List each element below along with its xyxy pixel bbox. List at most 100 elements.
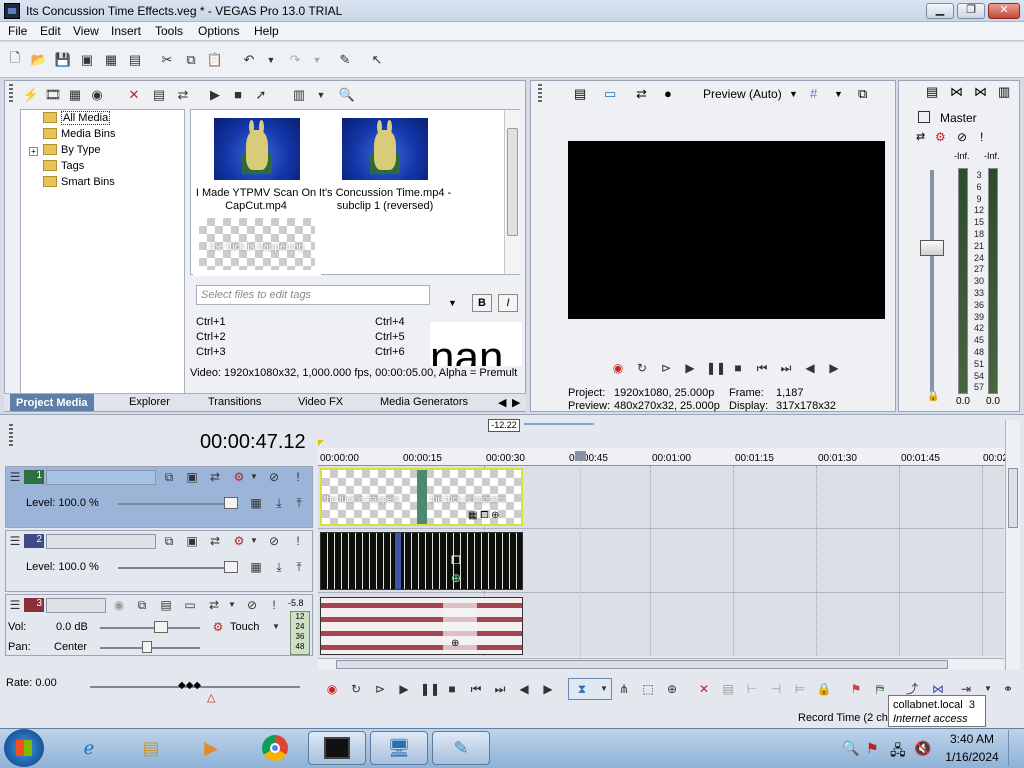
track-level-slider[interactable] xyxy=(118,567,238,569)
track-header-video-1[interactable]: ☰ 1 ⧉ ▣ ⇄ ⚙ ▼ ⊘ ! Level: 100.0 % ▦ ⤓ ⤒ xyxy=(5,466,313,528)
scrollbar-thumb[interactable] xyxy=(1008,468,1018,528)
master-fader-track[interactable] xyxy=(930,170,934,392)
save-icon[interactable]: 💾 xyxy=(54,51,72,69)
tree-item-media-bins[interactable]: Media Bins xyxy=(43,126,115,142)
media-player-icon[interactable]: ▶ xyxy=(182,731,240,765)
event-fx-icon[interactable]: ▦ ⧠ ⊕ xyxy=(468,510,499,521)
open-icon[interactable]: 📂 xyxy=(30,51,48,69)
loop-region-marker[interactable] xyxy=(318,440,324,446)
event-crop-icon[interactable]: ⧠ xyxy=(451,553,461,568)
insert-marker-icon[interactable]: ⚑ xyxy=(848,682,864,696)
tag-italic-button[interactable]: I xyxy=(498,294,518,312)
normal-edit-tool-icon[interactable]: ⧗ xyxy=(574,682,590,696)
menu-help[interactable]: Help xyxy=(254,24,279,38)
track-crop-icon[interactable]: ▦ xyxy=(248,559,264,575)
track-expand-icon[interactable]: ⤓ xyxy=(271,495,287,511)
track-mute-icon[interactable]: ⊘ xyxy=(266,533,282,549)
expand-icon[interactable]: + xyxy=(29,147,38,156)
pan-knob[interactable] xyxy=(142,641,152,653)
video-event-track-1[interactable]: the fuck is happeni the fuck is happeni … xyxy=(320,468,523,526)
track-fx-dropdown-icon[interactable]: ▼ xyxy=(246,469,262,485)
touch-mode-icon[interactable]: ⚙ xyxy=(210,619,226,635)
tree-item-tags[interactable]: Tags xyxy=(43,158,84,174)
erase-icon[interactable]: ✎ xyxy=(336,51,354,69)
rate-reset-icon[interactable]: △ xyxy=(207,691,215,704)
cut-icon[interactable]: ✂ xyxy=(158,51,176,69)
capture-video-icon[interactable]: 🎞 xyxy=(44,86,62,104)
media-thumbnail[interactable] xyxy=(214,118,300,180)
composite-child-icon[interactable]: ⇄ xyxy=(207,469,223,485)
tag-bold-button[interactable]: B xyxy=(472,294,492,312)
play-media-icon[interactable]: ▶ xyxy=(206,86,224,104)
composite-child-icon[interactable]: ⇄ xyxy=(207,533,223,549)
master-mute-icon[interactable]: ⊘ xyxy=(957,130,967,144)
track-level-knob[interactable] xyxy=(224,497,238,509)
invert-phase-icon[interactable]: ⧉ xyxy=(134,597,150,613)
go-to-end-icon[interactable]: ⏭ xyxy=(492,682,508,696)
loop-playback-icon[interactable]: ↻ xyxy=(634,361,650,375)
go-to-start-icon[interactable]: ⏮ xyxy=(754,361,770,375)
menu-insert[interactable]: Insert xyxy=(111,24,141,38)
whats-this-help-icon[interactable]: ↖ xyxy=(368,51,386,69)
remote-desktop-icon[interactable]: 🖥 xyxy=(370,731,428,765)
tree-item-smart-bins[interactable]: Smart Bins xyxy=(43,174,115,190)
rate-knob[interactable]: ◆◆◆ xyxy=(178,680,201,691)
track-fx-chain-icon[interactable]: ▤ xyxy=(158,597,174,613)
tree-item-all-media[interactable]: All Media xyxy=(43,110,111,126)
timeline-vertical-scrollbar[interactable] xyxy=(1005,420,1020,670)
maximize-button[interactable]: ❐ xyxy=(957,3,985,19)
chrome-icon[interactable] xyxy=(246,731,304,765)
lock-icon[interactable]: 🔒 xyxy=(927,391,939,402)
preview-quality-select[interactable]: Preview (Auto) xyxy=(703,87,782,101)
loop-playback-icon[interactable]: ↻ xyxy=(348,682,364,696)
minimize-button[interactable]: ▁ xyxy=(926,3,954,19)
volume-muted-icon[interactable]: 🔇 xyxy=(914,740,931,757)
track-header-video-2[interactable]: ☰ 2 ⧉ ▣ ⇄ ⚙ ▼ ⊘ ! Level: 100.0 % ▦ ⤓ ⤒ xyxy=(5,530,313,592)
file-explorer-icon[interactable]: ▤ xyxy=(122,731,180,765)
track-minimize-icon[interactable]: ☰ xyxy=(7,533,23,549)
record-icon[interactable]: ◉ xyxy=(610,361,626,375)
menu-file[interactable]: File xyxy=(8,24,27,38)
search-tray-icon[interactable]: 🔍 xyxy=(842,740,859,757)
track-level-slider[interactable] xyxy=(118,503,238,505)
remove-media-icon[interactable]: ✕ xyxy=(125,86,143,104)
meters-icon[interactable]: ▥ xyxy=(998,84,1010,100)
track-name-field[interactable] xyxy=(46,470,156,485)
render-icon[interactable]: ▦ xyxy=(102,51,120,69)
clock-time[interactable]: 3:40 AM xyxy=(940,732,1004,746)
panel-grip[interactable] xyxy=(538,84,542,104)
auto-ripple-dropdown-icon[interactable]: ▼ xyxy=(980,682,996,696)
audio-event-track-3[interactable]: ⊕ xyxy=(320,597,523,655)
auto-ripple-icon[interactable]: ⇥ xyxy=(958,682,974,696)
track-mute-icon[interactable]: ⊘ xyxy=(244,597,260,613)
dim-icon[interactable]: ⋈ xyxy=(974,84,987,100)
track-fx-dropdown-icon[interactable]: ▼ xyxy=(246,533,262,549)
media-thumbnail[interactable] xyxy=(342,118,428,180)
stop-media-icon[interactable]: ■ xyxy=(229,86,247,104)
playhead-handle[interactable] xyxy=(575,451,586,461)
play-icon[interactable]: ▶ xyxy=(396,682,412,696)
tab-video-fx[interactable]: Video FX xyxy=(298,396,343,408)
auto-preview-icon[interactable]: ➚ xyxy=(252,86,270,104)
track-solo-icon[interactable]: ! xyxy=(290,469,306,485)
pause-icon[interactable]: ❚❚ xyxy=(420,682,440,696)
pause-icon[interactable]: ❚❚ xyxy=(706,361,726,375)
automation-mode[interactable]: Touch xyxy=(230,621,259,633)
selection-tool-icon[interactable]: ⬚ xyxy=(640,682,656,696)
vegas-pro-taskbar-icon[interactable] xyxy=(308,731,366,765)
go-to-start-icon[interactable]: ⏮ xyxy=(468,682,484,696)
tags-input[interactable]: Select files to edit tags xyxy=(196,285,430,305)
overlays-dropdown-icon[interactable]: ▼ xyxy=(834,89,843,99)
track-name-field[interactable] xyxy=(46,598,106,613)
track-motion-icon[interactable]: ⧉ xyxy=(161,469,177,485)
zoom-tool-icon[interactable]: ⊕ xyxy=(664,682,680,696)
start-button[interactable] xyxy=(4,729,44,767)
play-from-start-icon[interactable]: ⊳ xyxy=(658,361,674,375)
tab-explorer[interactable]: Explorer xyxy=(129,396,170,408)
insert-region-icon[interactable]: ⛿ xyxy=(872,682,888,696)
track-fx-icon[interactable]: ⚙ xyxy=(231,533,247,549)
save-as-icon[interactable]: ▣ xyxy=(78,51,96,69)
mixer-properties-icon[interactable]: ▤ xyxy=(926,84,938,100)
track-expand-icon[interactable]: ⤓ xyxy=(271,559,287,575)
timeline-horizontal-scrollbar[interactable] xyxy=(318,658,1004,670)
